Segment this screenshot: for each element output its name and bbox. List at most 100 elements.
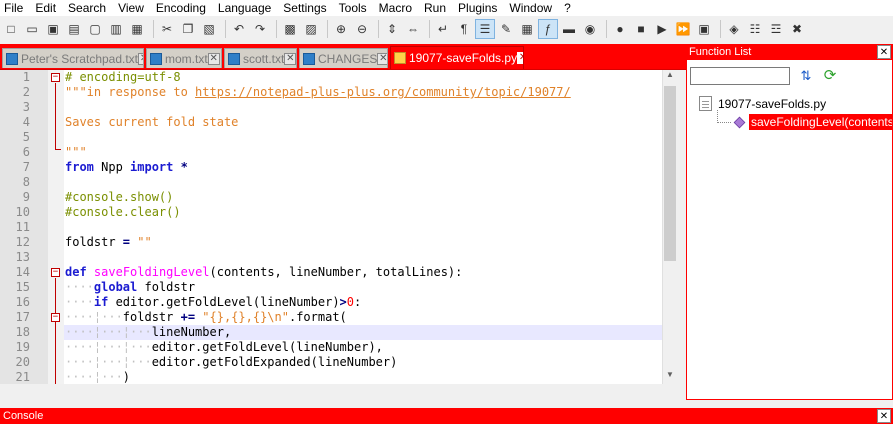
line-number: 19 (15, 340, 30, 354)
sync-horizontal-icon[interactable]: ⇔ (404, 20, 422, 38)
scrollbar-thumb[interactable] (664, 86, 676, 261)
tab-scott[interactable]: scott.txt ✕ (224, 48, 297, 68)
save-icon[interactable]: ▣ (44, 20, 62, 38)
fold-toggle-icon[interactable]: − (51, 313, 60, 322)
menu-plugins[interactable]: Plugins (452, 0, 503, 16)
menu-encoding[interactable]: Encoding (150, 0, 212, 16)
fold-toggle-icon[interactable]: − (51, 268, 60, 277)
tab-label: CHANGES (318, 51, 378, 66)
line-number: 1 (22, 70, 30, 84)
close-panel-icon[interactable]: ✕ (877, 45, 891, 59)
scroll-down-icon[interactable]: ▼ (662, 370, 678, 384)
line-number: 8 (22, 175, 30, 189)
save-macro-icon[interactable]: ▣ (695, 20, 713, 38)
folder-workspace-icon[interactable]: ▬ (560, 20, 578, 38)
menu-run[interactable]: Run (418, 0, 452, 16)
word-wrap-icon[interactable]: ↵ (434, 20, 452, 38)
function-search-input[interactable] (690, 67, 790, 85)
menu-macro[interactable]: Macro (373, 0, 418, 16)
scroll-up-icon[interactable]: ▲ (662, 70, 678, 84)
close-tab-icon[interactable]: ✕ (284, 52, 296, 65)
line-number: 4 (22, 115, 30, 129)
zoom-in-icon[interactable]: ⊕ (332, 20, 350, 38)
function-list-title: Function List (686, 44, 893, 60)
replace-icon[interactable]: ▨ (302, 20, 320, 38)
document-icon (699, 96, 712, 111)
fold-end (55, 149, 61, 150)
doc-map-icon[interactable]: ▦ (518, 20, 536, 38)
fold-line (55, 278, 56, 384)
run-macro-multiple-icon[interactable]: ⏩ (674, 20, 692, 38)
menu-view[interactable]: View (112, 0, 150, 16)
close-all-icon[interactable]: ▥ (107, 20, 125, 38)
tab-label: 19077-saveFolds.py (409, 51, 518, 65)
menu-language[interactable]: Language (212, 0, 277, 16)
horizontal-area (0, 384, 686, 408)
code-line-15: ····global foldstr (65, 280, 196, 294)
close-tab-icon[interactable]: ✕ (377, 52, 387, 65)
close-tab-icon[interactable]: ✕ (138, 52, 143, 65)
open-file-icon[interactable]: ▭ (23, 20, 41, 38)
stop-record-icon[interactable]: ■ (632, 20, 650, 38)
fold-toggle-icon[interactable]: − (51, 73, 60, 82)
menu-file[interactable]: File (0, 0, 29, 16)
redo-icon[interactable]: ↷ (251, 20, 269, 38)
record-macro-icon[interactable]: ● (611, 20, 629, 38)
find-icon[interactable]: ▩ (281, 20, 299, 38)
tab-label: Peter's Scratchpad.txt (21, 51, 139, 66)
sort-icon[interactable]: ⇅ (797, 67, 815, 85)
code-line-7: from Npp import * (65, 160, 188, 174)
sync-vertical-icon[interactable]: ⇕ (383, 20, 401, 38)
cut-icon[interactable]: ✂ (158, 20, 176, 38)
file-icon (303, 52, 315, 65)
line-number: 16 (15, 295, 30, 309)
toolbar-separator (378, 20, 379, 38)
toolbar-separator (606, 20, 607, 38)
paste-icon[interactable]: ▧ (200, 20, 218, 38)
code-line-14: def saveFoldingLevel(contents, lineNumbe… (65, 265, 463, 279)
line-number: 7 (22, 160, 30, 174)
undo-icon[interactable]: ↶ (230, 20, 248, 38)
play-macro-icon[interactable]: ▶ (653, 20, 671, 38)
code-line-21: ····¦···) (65, 370, 131, 384)
plugin-d-icon[interactable]: ✖ (788, 20, 806, 38)
menu-tools[interactable]: Tools (333, 0, 373, 16)
plugin-c-icon[interactable]: ☲ (767, 20, 785, 38)
tab-changes[interactable]: CHANGES ✕ (299, 48, 388, 68)
plugin-b-icon[interactable]: ☷ (746, 20, 764, 38)
line-number: 2 (22, 85, 30, 99)
line-number: 5 (22, 130, 30, 144)
console-area (0, 424, 893, 433)
print-icon[interactable]: ▦ (128, 20, 146, 38)
show-all-chars-icon[interactable]: ¶ (455, 20, 473, 38)
plugin-a-icon[interactable]: ◈ (725, 20, 743, 38)
menu-edit[interactable]: Edit (29, 0, 62, 16)
menu-window[interactable]: Window (503, 0, 558, 16)
close-console-icon[interactable]: ✕ (877, 409, 891, 423)
tab-peters-scratchpad[interactable]: Peter's Scratchpad.txt ✕ (2, 48, 144, 68)
zoom-out-icon[interactable]: ⊖ (353, 20, 371, 38)
reload-icon[interactable]: ⟳ (821, 67, 839, 85)
code-line-16: ····if editor.getFoldLevel(lineNumber)>0… (65, 295, 362, 309)
tab-mom[interactable]: mom.txt ✕ (146, 48, 222, 68)
udl-icon[interactable]: ✎ (497, 20, 515, 38)
tree-root-file[interactable]: 19077-saveFolds.py (699, 96, 826, 111)
new-file-icon[interactable]: □ (2, 20, 20, 38)
function-list-icon[interactable]: ƒ (538, 19, 558, 39)
tree-function-item[interactable]: saveFoldingLevel(contents (733, 114, 892, 130)
menu-settings[interactable]: Settings (277, 0, 332, 16)
close-icon[interactable]: ▢ (86, 20, 104, 38)
menu-help[interactable]: ? (558, 0, 577, 16)
tab-19077-savefolds[interactable]: 19077-saveFolds.py ✕ (390, 46, 524, 69)
line-number: 12 (15, 235, 30, 249)
close-tab-icon[interactable]: ✕ (517, 52, 523, 64)
save-all-icon[interactable]: ▤ (65, 20, 83, 38)
code-line-18: ····¦···¦···lineNumber, (65, 325, 232, 339)
fold-margin[interactable] (48, 70, 64, 384)
monitoring-icon[interactable]: ◉ (581, 20, 599, 38)
code-editor[interactable]: 1 2 3 4 5 6 7 8 9 10 11 12 13 14 15 16 17 18 19 20 21 − − − … (0, 70, 678, 384)
copy-icon[interactable]: ❐ (179, 20, 197, 38)
indent-guide-icon[interactable]: ☰ (475, 19, 495, 39)
menu-search[interactable]: Search (62, 0, 112, 16)
close-tab-icon[interactable]: ✕ (207, 52, 220, 65)
